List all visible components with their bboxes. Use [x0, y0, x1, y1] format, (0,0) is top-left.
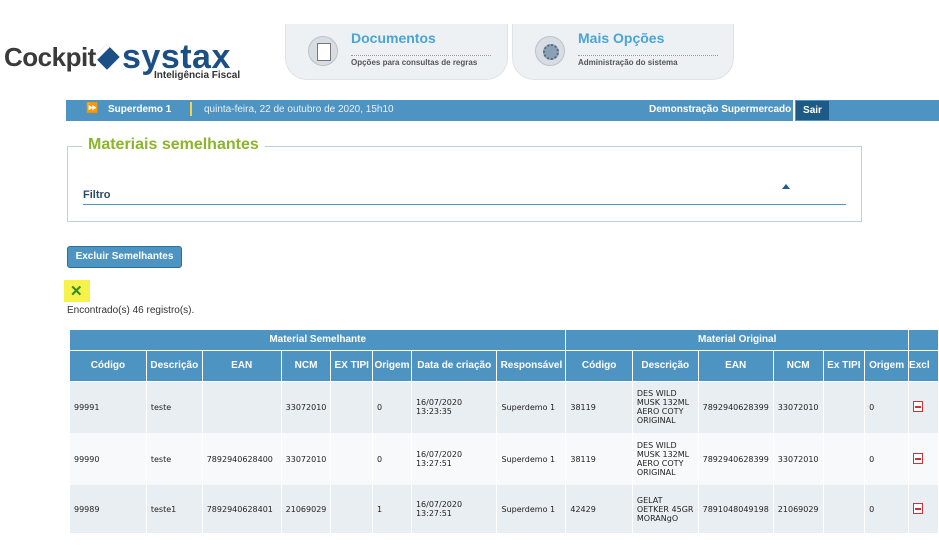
cell-excluir	[908, 381, 939, 433]
col-orig-descricao[interactable]: Descrição	[632, 350, 699, 382]
cell-codigo: 99989	[70, 485, 147, 533]
cell-ean: 7892940628401	[202, 485, 282, 533]
cell-codigo: 99991	[70, 381, 147, 433]
chevron-up-icon[interactable]	[782, 184, 790, 189]
cell-orig-ex-tipi	[823, 485, 866, 533]
col-orig-codigo[interactable]: Código	[565, 350, 633, 382]
excel-export-icon[interactable]: ✕	[64, 280, 90, 302]
current-user[interactable]: Superdemo 1	[108, 104, 171, 115]
cell-ex-tipi	[330, 485, 374, 533]
cell-orig-ean: 7892940628399	[698, 381, 774, 433]
cell-orig-codigo: 38119	[565, 381, 633, 433]
col-orig-ex-tipi[interactable]: Ex TIPI	[823, 350, 866, 382]
cell-orig-codigo: 42429	[565, 485, 633, 533]
col-data-criacao[interactable]: Data de criação	[411, 350, 498, 382]
cell-excluir	[908, 433, 939, 485]
col-orig-origem[interactable]: Origem	[864, 350, 910, 382]
store-name: Demonstração Supermercado	[649, 104, 792, 115]
cell-ncm: 21069029	[281, 485, 332, 533]
menu-mais-opcoes[interactable]: Mais Opções Administração do sistema	[512, 24, 734, 80]
filter-toggle-label[interactable]: Filtro	[83, 189, 111, 201]
status-bar: ⏩ Superdemo 1 quinta-feira, 22 de outubr…	[66, 100, 939, 121]
cell-descricao: teste	[146, 433, 203, 485]
col-ex-tipi[interactable]: EX TIPI	[330, 350, 374, 382]
top-strip	[0, 0, 939, 24]
table-row: 99990 teste 7892940628400 33072010 0 16/…	[70, 433, 939, 485]
cell-orig-ncm: 33072010	[773, 433, 824, 485]
cell-responsavel: Superdemo 1	[496, 381, 567, 433]
cell-responsavel: Superdemo 1	[496, 433, 567, 485]
col-codigo[interactable]: Código	[70, 350, 147, 382]
col-responsavel[interactable]: Responsável	[496, 350, 567, 382]
col-excluir: Excl	[908, 350, 939, 382]
delete-similar-button[interactable]: Excluir Semelhantes	[67, 246, 182, 268]
table-row: 99989 teste1 7892940628401 21069029 1 16…	[70, 485, 939, 533]
cell-origem: 0	[372, 381, 412, 433]
cell-data-criacao: 16/07/2020 13:23:35	[411, 381, 498, 433]
cell-excluir	[908, 485, 939, 533]
cell-data-criacao: 16/07/2020 13:27:51	[411, 433, 498, 485]
menu-mais-opcoes-subtitle: Administração do sistema	[578, 55, 718, 67]
col-descricao[interactable]: Descrição	[146, 350, 203, 382]
logo-cockpit-text: Cockpit	[4, 42, 96, 72]
bar-separator-2	[793, 100, 795, 121]
similar-materials-table: Material Semelhante Material Original Có…	[70, 330, 939, 533]
delete-icon[interactable]	[913, 502, 924, 514]
logo-tagline: Inteligência Fiscal	[154, 70, 241, 81]
col-orig-ncm[interactable]: NCM	[773, 350, 824, 382]
cell-ncm: 33072010	[281, 381, 332, 433]
cell-orig-ean: 7892940628399	[698, 433, 774, 485]
cell-ean	[202, 381, 282, 433]
fast-forward-icon: ⏩	[86, 103, 99, 114]
cell-data-criacao: 16/07/2020 13:27:51	[411, 485, 498, 533]
cell-orig-codigo: 38119	[565, 433, 633, 485]
current-date: quinta-feira, 22 de outubro de 2020, 15h…	[204, 104, 394, 115]
cell-orig-descricao: DES WILD MUSK 132ML AERO COTY ORIGINAL	[632, 433, 699, 485]
col-origem[interactable]: Origem	[372, 350, 412, 382]
logo-diamond-icon	[94, 44, 120, 70]
cell-orig-ex-tipi	[823, 381, 866, 433]
documents-icon	[308, 36, 338, 66]
cell-orig-descricao: GELAT OETKER 45GR MORANgO	[632, 485, 699, 533]
table-row: 99991 teste 33072010 0 16/07/2020 13:23:…	[70, 381, 939, 433]
cell-descricao: teste1	[146, 485, 203, 533]
cell-origem: 0	[372, 433, 412, 485]
cell-orig-origem: 0	[864, 433, 910, 485]
cell-orig-descricao: DES WILD MUSK 132ML AERO COTY ORIGINAL	[632, 381, 699, 433]
bar-separator	[190, 102, 192, 116]
group-header-actions	[908, 330, 939, 351]
cell-orig-ncm: 33072010	[773, 381, 824, 433]
col-ean[interactable]: EAN	[202, 350, 282, 382]
menu-documentos[interactable]: Documentos Opções para consultas de regr…	[285, 24, 508, 80]
cell-orig-origem: 0	[864, 485, 910, 533]
cell-orig-ex-tipi	[823, 433, 866, 485]
col-ncm[interactable]: NCM	[281, 350, 332, 382]
cell-origem: 1	[372, 485, 412, 533]
group-header-similar: Material Semelhante	[70, 330, 567, 351]
records-found-text: Encontrado(s) 46 registro(s).	[67, 305, 195, 316]
cell-ean: 7892940628400	[202, 433, 282, 485]
logout-button[interactable]: Sair	[796, 101, 829, 120]
menu-documentos-title: Documentos	[351, 30, 436, 46]
group-header-original: Material Original	[565, 330, 910, 351]
cell-descricao: teste	[146, 381, 203, 433]
cell-orig-ncm: 21069029	[773, 485, 824, 533]
systax-logo[interactable]: Cockpit systax Inteligência Fiscal	[4, 36, 264, 88]
cell-responsavel: Superdemo 1	[496, 485, 567, 533]
cell-ex-tipi	[330, 433, 374, 485]
cell-codigo: 99990	[70, 433, 147, 485]
delete-icon[interactable]	[913, 452, 924, 464]
delete-icon[interactable]	[913, 400, 924, 412]
page-title: Materiais semelhantes	[82, 136, 265, 154]
gear-icon	[535, 36, 565, 66]
cell-ncm: 33072010	[281, 433, 332, 485]
col-orig-ean[interactable]: EAN	[698, 350, 774, 382]
filter-panel	[67, 146, 862, 222]
filter-divider	[83, 204, 846, 205]
menu-documentos-subtitle: Opções para consultas de regras	[351, 55, 491, 67]
menu-mais-opcoes-title: Mais Opções	[578, 30, 665, 46]
cell-orig-origem: 0	[864, 381, 910, 433]
cell-ex-tipi	[330, 381, 374, 433]
cell-orig-ean: 7891048049198	[698, 485, 774, 533]
